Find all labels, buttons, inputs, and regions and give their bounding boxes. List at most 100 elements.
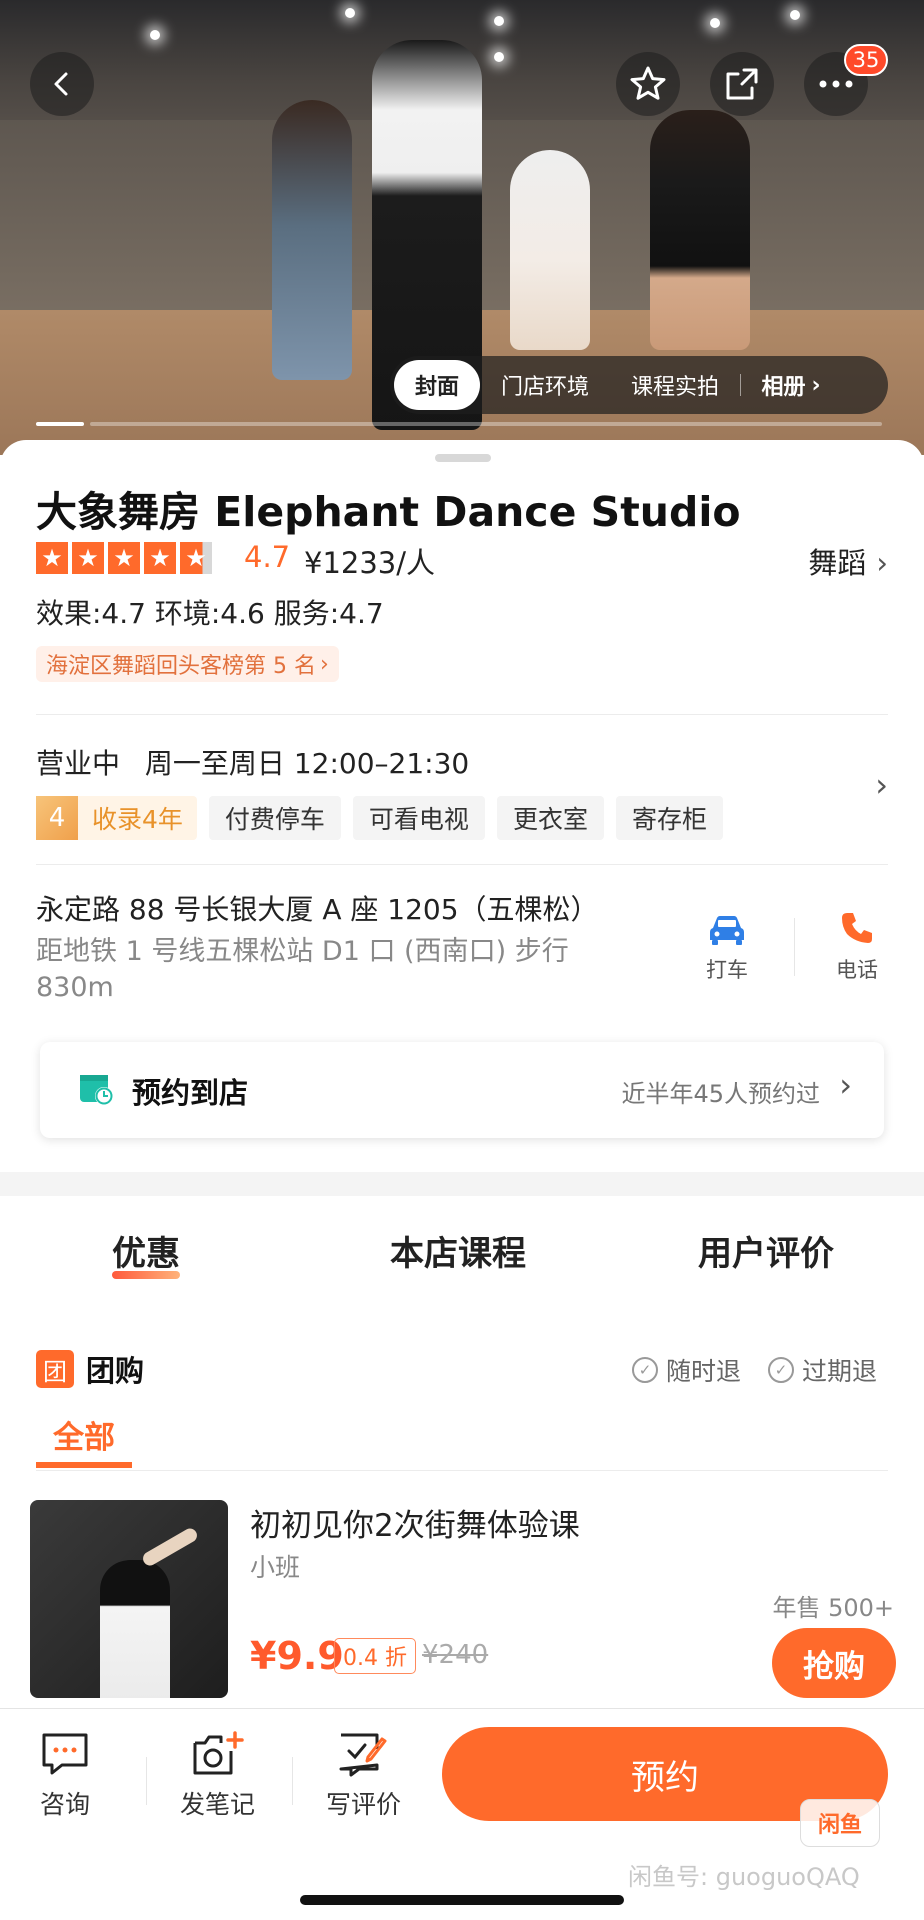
- back-button[interactable]: [30, 52, 94, 116]
- post-note-button[interactable]: 发笔记: [180, 1731, 255, 1821]
- notification-badge: 35: [844, 44, 888, 76]
- category-label: 舞蹈: [808, 546, 867, 580]
- amenity-tag: 更衣室: [496, 796, 604, 840]
- post-note-label: 发笔记: [180, 1790, 256, 1819]
- tab-courses[interactable]: 本店课程: [390, 1226, 526, 1275]
- hero-image[interactable]: 35 封面 门店环境 课程实拍 相册 ›: [0, 0, 924, 455]
- deal-original-price: ¥240: [422, 1640, 489, 1670]
- refund-expired-label: 过期退: [802, 1357, 878, 1386]
- chevron-left-icon: [54, 72, 68, 96]
- refund-expired: ✓ 过期退: [768, 1352, 877, 1388]
- edit-review-icon: [339, 1733, 386, 1777]
- booking-label: 预约到店: [132, 1076, 249, 1110]
- booking-note: 近半年45人预约过: [621, 1080, 820, 1108]
- shop-address[interactable]: 永定路 88 号长银大厦 A 座 1205（五棵松）: [36, 888, 599, 928]
- years-listed-tag: 4 收录4年: [36, 796, 197, 840]
- active-tab-underline: [112, 1271, 180, 1279]
- star-outline-icon: [630, 66, 666, 100]
- groupbuy-label: 团购: [86, 1354, 145, 1388]
- deal-subtitle: 小班: [250, 1553, 301, 1582]
- average-price: ¥1233/人: [304, 546, 436, 580]
- chevron-right-icon: ›: [811, 372, 821, 398]
- taxi-label: 打车: [706, 958, 748, 982]
- years-number: 4: [36, 796, 78, 840]
- ceiling-light: [345, 8, 355, 18]
- ceiling-light: [494, 52, 504, 62]
- taxi-button[interactable]: 打车: [706, 912, 748, 984]
- rating-score: 4.7: [244, 540, 291, 574]
- share-icon: [726, 68, 758, 100]
- section-gap: [0, 1172, 924, 1196]
- tab-deals-label: 优惠: [112, 1234, 180, 1274]
- tab-class-photos[interactable]: 课程实拍: [610, 360, 740, 410]
- chevron-right-icon: ›: [839, 1066, 852, 1104]
- carousel-indicator-track: [90, 422, 882, 426]
- divider: [36, 864, 888, 865]
- deal-thumbnail[interactable]: [30, 1500, 228, 1698]
- share-button[interactable]: [710, 52, 774, 116]
- star-rating: ★ ★ ★ ★ ★: [36, 542, 212, 574]
- chevron-right-icon[interactable]: ›: [875, 766, 888, 804]
- star-icon: ★: [108, 542, 140, 574]
- divider: [36, 714, 888, 715]
- phone-label: 电话: [836, 958, 878, 982]
- star-icon: ★: [72, 542, 104, 574]
- divider: [292, 1757, 293, 1805]
- divider: [794, 918, 795, 976]
- dancer-figure: [272, 100, 352, 380]
- check-circle-icon: ✓: [768, 1357, 794, 1383]
- shop-name: 大象舞房 Elephant Dance Studio: [36, 488, 741, 536]
- deal-price: ¥9.9: [250, 1634, 344, 1678]
- ceiling-light: [494, 16, 504, 26]
- star-icon: ★: [144, 542, 176, 574]
- amenity-tag: 寄存柜: [615, 796, 723, 840]
- buy-button[interactable]: 抢购: [772, 1628, 896, 1698]
- hours-text: 周一至周日 12:00–21:30: [144, 747, 470, 780]
- watermark-text: 闲鱼号: guoguoQAQ: [628, 1863, 860, 1891]
- years-label: 收录4年: [92, 805, 183, 834]
- ceiling-light: [790, 10, 800, 20]
- dancer-figure: [650, 110, 750, 350]
- deal-sales: 年售 500+: [772, 1594, 894, 1622]
- more-dots-icon: [819, 80, 853, 88]
- dancer-figure: [510, 150, 590, 350]
- tab-reviews[interactable]: 用户评价: [698, 1226, 834, 1275]
- category-link[interactable]: 舞蹈 ›: [808, 540, 888, 582]
- home-indicator[interactable]: [300, 1895, 624, 1905]
- consult-button[interactable]: 咨询: [40, 1731, 90, 1821]
- camera-plus-icon: [193, 1731, 244, 1775]
- deal-discount: 0.4 折: [334, 1638, 416, 1674]
- favorite-button[interactable]: [616, 52, 680, 116]
- write-review-label: 写评价: [326, 1790, 402, 1819]
- watermark-logo: 闲鱼: [800, 1799, 880, 1847]
- half-star-icon: ★: [180, 542, 212, 574]
- deal-title[interactable]: 初初见你2次街舞体验课: [250, 1500, 580, 1545]
- write-review-button[interactable]: 写评价: [326, 1731, 401, 1821]
- filter-all-tab[interactable]: 全部: [36, 1412, 132, 1468]
- check-circle-icon: ✓: [632, 1357, 658, 1383]
- chevron-right-icon: ›: [876, 546, 888, 580]
- tab-cover[interactable]: 封面: [394, 360, 480, 410]
- drag-handle[interactable]: [435, 454, 491, 462]
- phone-button[interactable]: 电话: [836, 910, 878, 984]
- amenity-tag: 可看电视: [352, 796, 485, 840]
- phone-icon: [842, 913, 872, 943]
- tab-store-environment[interactable]: 门店环境: [480, 360, 610, 410]
- tab-album-label: 相册: [761, 375, 806, 400]
- consult-label: 咨询: [40, 1790, 91, 1819]
- refund-anytime: ✓ 随时退: [632, 1352, 741, 1388]
- amenity-tag: 付费停车: [208, 796, 341, 840]
- tab-deals[interactable]: 优惠: [112, 1226, 180, 1279]
- divider: [146, 1757, 147, 1805]
- ranking-label: 海淀区舞蹈回头客榜第 5 名: [46, 654, 316, 679]
- amenity-tags: 4 收录4年 付费停车 可看电视 更衣室 寄存柜: [36, 796, 723, 840]
- business-hours[interactable]: 营业中 周一至周日 12:00–21:30: [36, 742, 469, 782]
- dancer-arm: [140, 1525, 200, 1569]
- chat-bubble-icon: [42, 1733, 88, 1775]
- star-icon: ★: [36, 542, 68, 574]
- booking-card[interactable]: 预约到店 近半年45人预约过 ›: [40, 1042, 884, 1138]
- groupbuy-icon: 团: [36, 1350, 74, 1388]
- ceiling-light: [150, 30, 160, 40]
- ranking-badge[interactable]: 海淀区舞蹈回头客榜第 5 名 ›: [36, 646, 339, 682]
- tab-album[interactable]: 相册 ›: [741, 360, 841, 410]
